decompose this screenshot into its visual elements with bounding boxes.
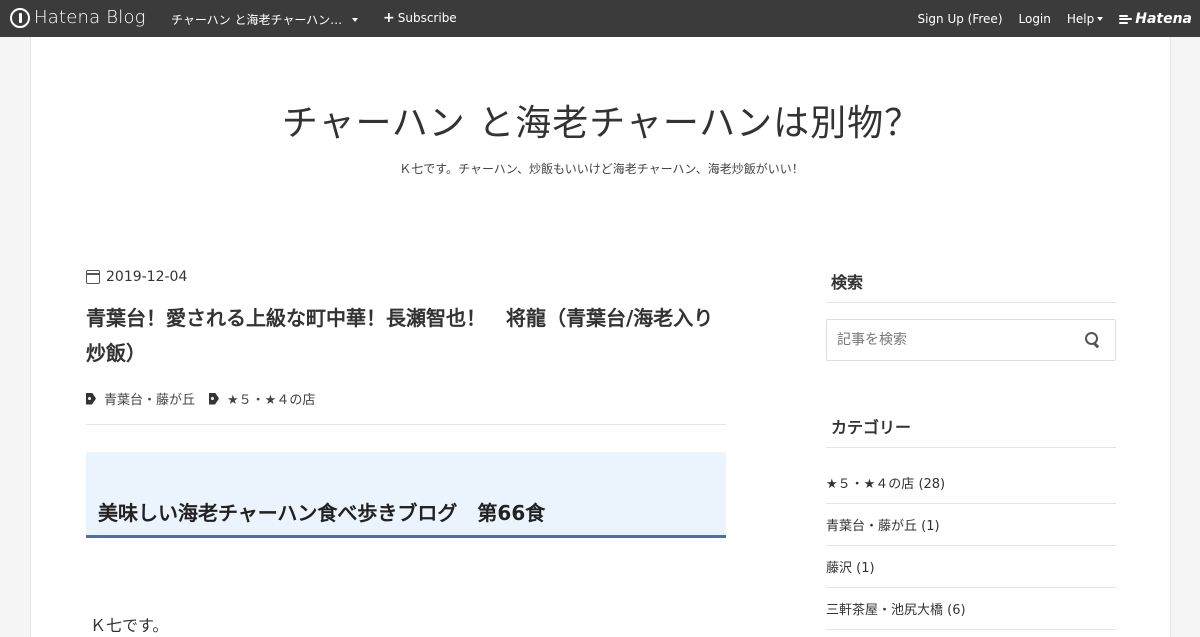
divider [86, 424, 726, 425]
category-item[interactable]: 青葉台・藤が丘 (1) [826, 504, 1116, 546]
blog-header: チャーハン と海老チャーハンは別物？ Ｋ七です。チャーハン、炒飯もいいけど海老チ… [31, 94, 1172, 177]
blog-title[interactable]: チャーハン と海老チャーハンは別物？ [31, 94, 1172, 146]
entry-category-link[interactable]: ★５・★４の店 [209, 389, 315, 408]
help-label: Help [1066, 12, 1095, 26]
tag-icon [86, 393, 100, 405]
article: 2019-12-04 青葉台！愛される上級な町中華！長瀬智也！ 将龍（青葉台/海… [86, 269, 726, 636]
hatena-mark-icon [1119, 14, 1133, 24]
help-menu[interactable]: Help [1066, 12, 1104, 26]
section-heading: 美味しい海老チャーハン食べ歩きブログ 第66食 [98, 501, 546, 525]
signup-link[interactable]: Sign Up (Free) [917, 12, 1002, 26]
subscribe-button[interactable]: + Subscribe [383, 11, 457, 25]
category-module-title: カテゴリー [826, 414, 1116, 448]
blog-description: Ｋ七です。チャーハン、炒飯もいいけど海老チャーハン、海老炒飯がいい！ [399, 162, 804, 176]
search-input[interactable] [827, 320, 1067, 360]
calendar-icon [86, 270, 100, 284]
blog-name-dropdown[interactable]: チャーハン と海老チャーハン… [171, 11, 359, 28]
entry-body-text: Ｋ七です。 [90, 616, 169, 635]
plus-icon: + [383, 10, 395, 26]
category-module: カテゴリー ★５・★４の店 (28) 青葉台・藤が丘 (1) 藤沢 (1) 三軒… [826, 414, 1116, 630]
blog-name-label: チャーハン と海老チャーハン… [171, 13, 343, 27]
entry-category-label: 青葉台・藤が丘 [104, 393, 196, 408]
caret-down-icon [352, 17, 359, 22]
section-heading-box: 美味しい海老チャーハン食べ歩きブログ 第66食 [86, 452, 726, 538]
logo-text: Hatena Blog [34, 7, 146, 28]
category-list: ★５・★４の店 (28) 青葉台・藤が丘 (1) 藤沢 (1) 三軒茶屋・池尻大… [826, 462, 1116, 630]
search-module: 検索 [826, 269, 1116, 361]
hatena-logo[interactable]: Hatena [1119, 11, 1192, 27]
search-module-title: 検索 [826, 269, 1116, 303]
entry-date[interactable]: 2019-12-04 [86, 269, 726, 285]
category-item[interactable]: 藤沢 (1) [826, 546, 1116, 588]
hatena-blog-logo-icon [10, 7, 30, 28]
tag-icon [209, 393, 223, 405]
entry-date-text: 2019-12-04 [106, 269, 188, 285]
search-icon[interactable] [1085, 332, 1101, 348]
hatena-label: Hatena [1135, 11, 1192, 27]
entry-categories: 青葉台・藤が丘 ★５・★４の店 [86, 389, 726, 408]
entry-category-link[interactable]: 青葉台・藤が丘 [86, 389, 195, 408]
global-header: Hatena Blog チャーハン と海老チャーハン… + Subscribe … [0, 0, 1200, 37]
category-item[interactable]: 三軒茶屋・池尻大橋 (6) [826, 588, 1116, 630]
caret-down-icon [1097, 17, 1104, 21]
hatena-blog-logo[interactable]: Hatena Blog [10, 7, 146, 28]
entry-title[interactable]: 青葉台！愛される上級な町中華！長瀬智也！ 将龍（青葉台/海老入り炒飯） [86, 301, 726, 371]
sidebar: 検索 カテゴリー ★５・★４の店 (28) 青葉台・藤が丘 (1) 藤沢 (1)… [826, 269, 1116, 630]
login-link[interactable]: Login [1019, 12, 1051, 26]
subscribe-label: Subscribe [397, 11, 457, 25]
header-right-nav: Sign Up (Free) Login Help Hatena [901, 11, 1192, 27]
entry-category-label: ★５・★４の店 [227, 393, 316, 408]
page-container: チャーハン と海老チャーハンは別物？ Ｋ七です。チャーハン、炒飯もいいけど海老チ… [30, 37, 1171, 637]
category-item[interactable]: ★５・★４の店 (28) [826, 462, 1116, 504]
search-box [826, 319, 1116, 361]
